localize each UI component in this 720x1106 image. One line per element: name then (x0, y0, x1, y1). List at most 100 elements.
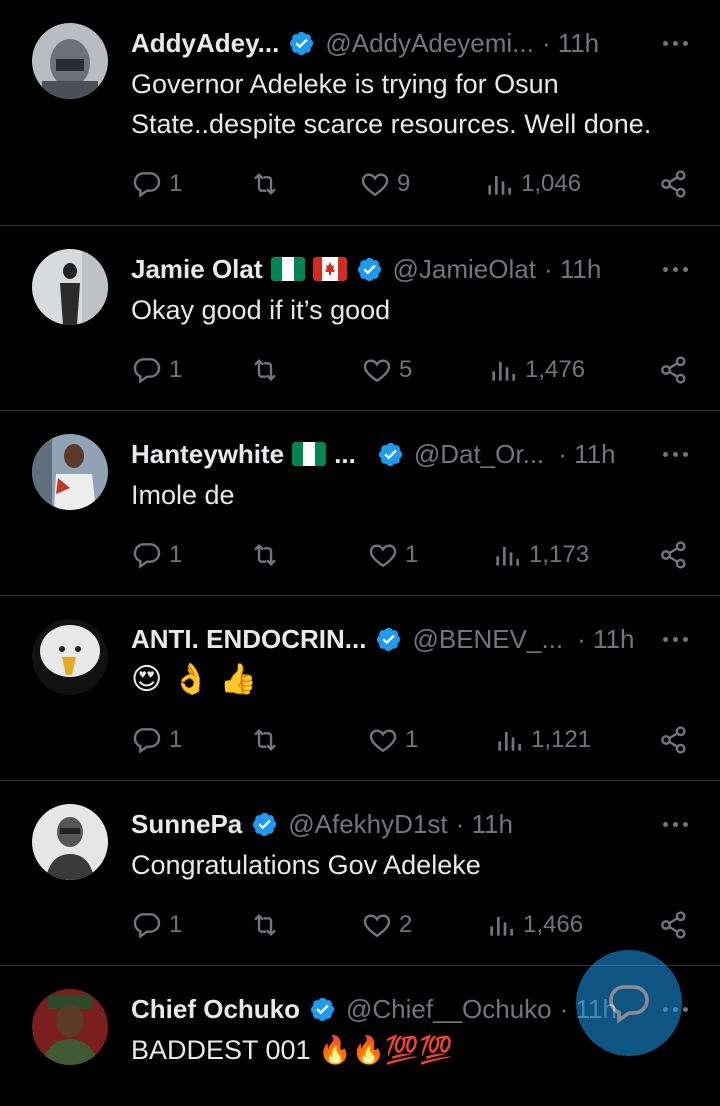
retweet-button[interactable] (249, 537, 281, 573)
verified-badge-icon (377, 627, 401, 652)
display-name[interactable]: ANTI. ENDOCRIN... (131, 624, 366, 655)
avatar[interactable] (32, 804, 108, 880)
views-icon (498, 732, 521, 751)
views-count: 1,121 (531, 726, 592, 753)
like-count: 2 (399, 911, 413, 938)
handle[interactable]: @Chief__Ochuko (346, 994, 552, 1025)
like-button[interactable]: 5 (361, 352, 412, 388)
views-button[interactable]: 1,121 (493, 722, 591, 758)
avatar[interactable] (32, 249, 108, 325)
reply-button[interactable]: 1 (131, 907, 182, 943)
compose-reply-button[interactable] (576, 950, 682, 1056)
retweet-button[interactable] (249, 352, 281, 388)
like-count: 5 (399, 356, 413, 383)
action-bar: 1 2 1,466 (131, 907, 690, 943)
share-icon (661, 356, 686, 384)
reply-tweet[interactable]: Jamie Olat @JamieOlat · 11h Okay good if… (0, 226, 720, 411)
avatar[interactable] (32, 434, 108, 510)
retweet-button[interactable] (249, 722, 281, 758)
avatar[interactable] (32, 23, 108, 99)
reply-button[interactable]: 1 (131, 537, 182, 573)
action-bar: 1 5 1,476 (131, 352, 690, 388)
like-button[interactable]: 9 (359, 166, 410, 202)
verified-badge-icon (378, 442, 403, 467)
reply-tweet[interactable]: Hanteywhite ... @Dat_Or... · 11h Imole d… (0, 411, 720, 596)
like-count: 9 (397, 170, 411, 197)
verified-badge-icon (357, 257, 381, 282)
display-name[interactable]: SunnePa (131, 809, 242, 840)
share-icon (661, 911, 686, 939)
views-button[interactable]: 1,173 (491, 537, 589, 573)
views-count: 1,173 (529, 541, 590, 568)
retweet-icon (254, 728, 276, 752)
share-button[interactable] (658, 722, 690, 758)
timestamp[interactable]: · 11h (542, 28, 599, 59)
reply-tweet[interactable]: SunnePa @AfekhyD1st · 11h Congratulation… (0, 781, 720, 966)
like-button[interactable]: 2 (361, 907, 412, 943)
views-icon (490, 917, 513, 936)
verified-badge-icon (310, 997, 335, 1022)
more-icon[interactable] (658, 31, 692, 55)
retweet-button[interactable] (249, 907, 281, 943)
timestamp[interactable]: · 11h (577, 624, 634, 655)
handle[interactable]: @AddyAdeyemi... (325, 28, 533, 59)
like-icon (369, 544, 397, 568)
retweet-icon (254, 913, 276, 937)
reply-count: 1 (169, 726, 183, 753)
retweet-button[interactable] (249, 166, 281, 202)
reply-icon (133, 543, 161, 569)
reply-tweet[interactable]: AddyAdey... @AddyAdeyemi... · 11h Govern… (0, 0, 720, 226)
reply-icon (133, 172, 161, 198)
more-icon[interactable] (658, 442, 692, 466)
reply-button[interactable]: 1 (131, 352, 182, 388)
display-name[interactable]: Hanteywhite (131, 439, 284, 470)
retweet-icon (254, 172, 276, 196)
views-button[interactable]: 1,046 (483, 166, 581, 202)
compose-reply-icon (609, 985, 649, 1024)
name-truncation: ... (334, 438, 356, 469)
avatar[interactable] (32, 619, 108, 695)
display-name[interactable]: AddyAdey... (131, 28, 279, 59)
display-name[interactable]: Jamie Olat (131, 254, 263, 285)
reply-button[interactable]: 1 (131, 166, 182, 202)
like-count: 1 (405, 726, 419, 753)
share-button[interactable] (658, 537, 690, 573)
reply-tweet[interactable]: ANTI. ENDOCRIN... @BENEV_... · 11h 😍👌👍 1… (0, 596, 720, 781)
more-icon[interactable] (658, 257, 692, 281)
views-count: 1,476 (525, 356, 586, 383)
share-button[interactable] (658, 907, 690, 943)
display-name[interactable]: Chief Ochuko (131, 994, 300, 1025)
timestamp[interactable]: · 11h (544, 254, 601, 285)
views-button[interactable]: 1,476 (487, 352, 585, 388)
nigeria-flag-icon (292, 442, 327, 466)
reply-count: 1 (169, 911, 183, 938)
views-count: 1,466 (523, 911, 584, 938)
like-button[interactable]: 1 (367, 537, 418, 573)
like-button[interactable]: 1 (367, 722, 418, 758)
avatar[interactable] (32, 989, 108, 1065)
reply-count: 1 (169, 356, 183, 383)
like-icon (363, 359, 391, 383)
timestamp[interactable]: · 11h (456, 809, 513, 840)
handle[interactable]: @JamieOlat (393, 254, 536, 285)
action-bar: 1 9 1,046 (131, 166, 690, 202)
share-button[interactable] (658, 166, 690, 202)
views-count: 1,046 (521, 170, 582, 197)
handle[interactable]: @BENEV_... (412, 624, 563, 655)
views-icon (496, 547, 519, 566)
tweet-text: Governor Adeleke is trying for Osun Stat… (131, 69, 652, 139)
handle[interactable]: @Dat_Or... (414, 439, 544, 470)
share-icon (661, 170, 686, 198)
timestamp[interactable]: · 11h (558, 439, 615, 470)
more-icon[interactable] (658, 627, 692, 651)
views-icon (492, 362, 515, 381)
views-button[interactable]: 1,466 (485, 907, 583, 943)
reply-count: 1 (169, 170, 183, 197)
reply-button[interactable]: 1 (131, 722, 182, 758)
more-icon[interactable] (658, 812, 692, 836)
reply-icon (133, 913, 161, 939)
like-count: 1 (405, 541, 419, 568)
action-bar: 1 1 1,121 (131, 722, 690, 758)
share-button[interactable] (658, 352, 690, 388)
handle[interactable]: @AfekhyD1st (288, 809, 447, 840)
